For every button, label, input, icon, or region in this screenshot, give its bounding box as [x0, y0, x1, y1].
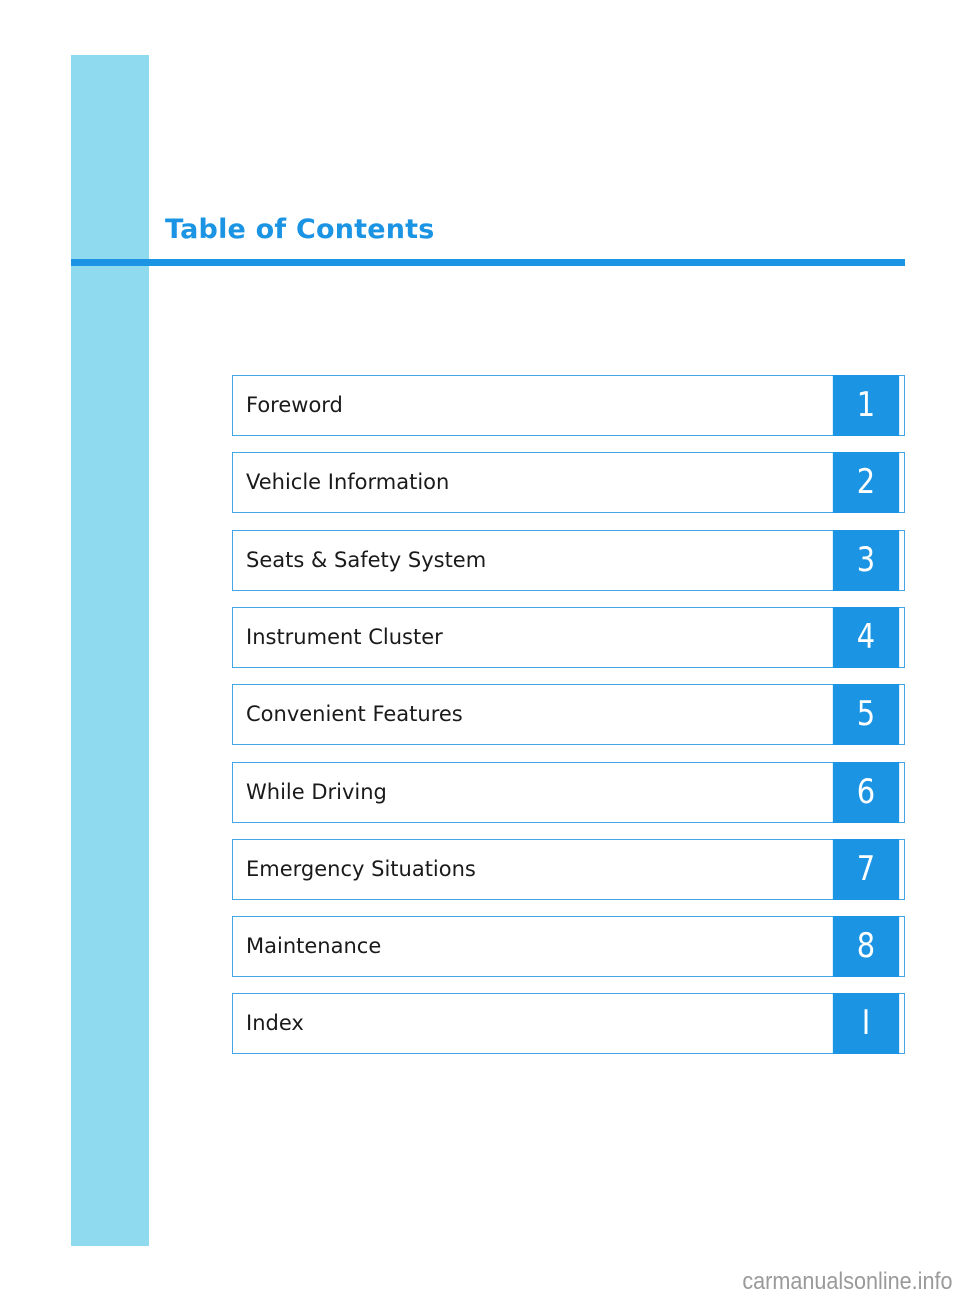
toc-item-number: I — [832, 993, 900, 1054]
toc-item-number: 5 — [832, 684, 900, 745]
toc-item-label: Convenient Features — [246, 702, 463, 726]
toc-item-number: 7 — [832, 839, 900, 900]
toc-item-index[interactable]: Index I — [232, 993, 905, 1054]
toc-item-foreword[interactable]: Foreword 1 — [232, 375, 905, 436]
toc-item-emergency-situations[interactable]: Emergency Situations 7 — [232, 839, 905, 900]
title-rule — [71, 259, 905, 266]
toc-item-label: Emergency Situations — [246, 857, 476, 881]
toc-item-vehicle-information[interactable]: Vehicle Information 2 — [232, 452, 905, 513]
toc-item-label: Vehicle Information — [246, 470, 450, 494]
toc-item-number: 6 — [832, 762, 900, 823]
toc-item-seats-safety-system[interactable]: Seats & Safety System 3 — [232, 530, 905, 591]
toc-item-while-driving[interactable]: While Driving 6 — [232, 762, 905, 823]
toc-item-number: 2 — [832, 452, 900, 513]
decorative-sidebar — [71, 55, 149, 1246]
toc-item-instrument-cluster[interactable]: Instrument Cluster 4 — [232, 607, 905, 668]
toc-item-label: While Driving — [246, 780, 387, 804]
toc-item-convenient-features[interactable]: Convenient Features 5 — [232, 684, 905, 745]
page-title: Table of Contents — [165, 214, 435, 245]
toc-item-label: Instrument Cluster — [246, 625, 443, 649]
toc-item-number: 1 — [832, 375, 900, 436]
toc-item-number: 3 — [832, 530, 900, 591]
toc-item-label: Index — [246, 1011, 304, 1035]
watermark: carmanualsonline.info — [741, 1268, 952, 1295]
toc-item-maintenance[interactable]: Maintenance 8 — [232, 916, 905, 977]
toc-item-label: Foreword — [246, 393, 343, 417]
toc-item-label: Seats & Safety System — [246, 548, 487, 572]
toc-item-number: 4 — [832, 607, 900, 668]
toc-item-number: 8 — [832, 916, 900, 977]
toc-item-label: Maintenance — [246, 934, 382, 958]
